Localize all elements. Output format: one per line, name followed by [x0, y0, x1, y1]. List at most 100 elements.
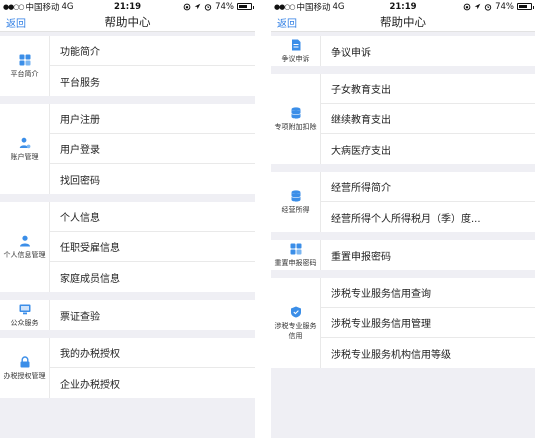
- section-category: 经营所得: [271, 172, 320, 232]
- grid-icon: [19, 54, 31, 66]
- section-category: 涉税专业服务信用: [271, 278, 320, 368]
- section-category-label: 账户管理: [10, 152, 39, 161]
- lock-rotation-icon: [463, 3, 471, 10]
- signal-strength-icon: ●●○○: [274, 2, 295, 11]
- shield-icon: [290, 306, 302, 318]
- back-button[interactable]: 返回: [0, 15, 26, 30]
- nav-bar: 返回 帮助中心: [0, 13, 255, 32]
- page-title: 帮助中心: [380, 15, 426, 29]
- section-category-label: 平台简介: [10, 69, 39, 78]
- help-topic-item[interactable]: 用户注册: [50, 104, 255, 134]
- help-topic-item[interactable]: 企业办税授权: [50, 368, 255, 398]
- section-items: 票证查验: [49, 300, 255, 330]
- section-items: 子女教育支出 继续教育支出 大病医疗支出: [320, 74, 535, 164]
- database-icon: [290, 106, 302, 119]
- carrier-name: 中国移动: [296, 2, 331, 13]
- section-category-label: 专项附加扣除: [274, 122, 317, 131]
- help-topic-item[interactable]: 平台服务: [50, 66, 255, 96]
- section-category-label: 涉税专业服务信用: [274, 321, 317, 340]
- monitor-icon: [19, 303, 31, 315]
- section-category: 个人信息管理: [0, 202, 49, 292]
- right-phone-screen: ●●○○ 中国移动 4G 21:19 74% 返回 帮助中心 争议申诉 争议申诉专…: [271, 0, 535, 438]
- help-topic-item[interactable]: 找回密码: [50, 164, 255, 194]
- section-category: 平台简介: [0, 36, 49, 96]
- section-items: 涉税专业服务信用查询 涉税专业服务信用管理 涉税专业服务机构信用等级: [320, 278, 535, 368]
- help-topic-item[interactable]: 经营所得个人所得税月（季）度...: [321, 202, 535, 232]
- location-icon: [194, 3, 201, 10]
- signal-strength-icon: ●●○○: [3, 2, 24, 11]
- help-topic-item[interactable]: 票证查验: [50, 300, 255, 330]
- left-phone-screen: ●●○○ 中国移动 4G 21:19 74% 返回 帮助中心 平台简介 功能简介平…: [0, 0, 255, 438]
- person-icon: [19, 235, 31, 247]
- section-category: 争议申诉: [271, 36, 320, 66]
- section-category: 重置申报密码: [271, 240, 320, 270]
- user-gear-icon: [19, 137, 31, 149]
- status-bar: ●●○○ 中国移动 4G 21:19 74%: [0, 0, 255, 13]
- battery-icon: [517, 3, 534, 10]
- page-title: 帮助中心: [104, 15, 151, 29]
- help-topic-item[interactable]: 大病医疗支出: [321, 134, 535, 164]
- section-category-label: 公众服务: [10, 318, 39, 327]
- battery-level-fill: [519, 5, 528, 8]
- help-topic-item[interactable]: 涉税专业服务信用管理: [321, 308, 535, 338]
- battery-percent: 74%: [495, 1, 514, 12]
- section-category: 公众服务: [0, 300, 49, 330]
- battery-icon: [237, 3, 254, 10]
- nav-bar: 返回 帮助中心: [271, 13, 535, 32]
- section-category-label: 经营所得: [281, 205, 310, 214]
- help-section: 个人信息管理 个人信息 任职受雇信息 家庭成员信息: [0, 202, 255, 292]
- battery-percent: 74%: [215, 1, 234, 12]
- section-category-label: 争议申诉: [281, 54, 310, 63]
- lock-icon: [19, 355, 31, 368]
- help-section: 办税授权管理 我的办税授权 企业办税授权: [0, 338, 255, 398]
- help-topic-item[interactable]: 继续教育支出: [321, 104, 535, 134]
- alarm-icon: [204, 3, 212, 11]
- help-section: 争议申诉 争议申诉: [271, 36, 535, 66]
- help-section: 重置申报密码 重置申报密码: [271, 240, 535, 270]
- help-topic-item[interactable]: 子女教育支出: [321, 74, 535, 104]
- grid-icon: [290, 243, 302, 255]
- section-category-label: 重置申报密码: [274, 258, 317, 267]
- help-topic-item[interactable]: 家庭成员信息: [50, 262, 255, 292]
- location-icon: [474, 3, 481, 10]
- section-items: 用户注册 用户登录 找回密码: [49, 104, 255, 194]
- network-type: 4G: [332, 1, 345, 12]
- section-items: 经营所得简介 经营所得个人所得税月（季）度...: [320, 172, 535, 232]
- status-bar: ●●○○ 中国移动 4G 21:19 74%: [271, 0, 535, 13]
- database-icon: [290, 189, 302, 202]
- help-section: 涉税专业服务信用 涉税专业服务信用查询 涉税专业服务信用管理 涉税专业服务机构信用等级: [271, 278, 535, 368]
- help-section: 平台简介 功能简介 平台服务: [0, 36, 255, 96]
- help-topic-item[interactable]: 经营所得简介: [321, 172, 535, 202]
- network-type: 4G: [61, 1, 74, 12]
- document-icon: [290, 39, 302, 51]
- alarm-icon: [484, 3, 492, 11]
- help-topic-item[interactable]: 涉税专业服务机构信用等级: [321, 338, 535, 368]
- help-section: 公众服务 票证查验: [0, 300, 255, 330]
- section-items: 我的办税授权 企业办税授权: [49, 338, 255, 398]
- section-category-label: 办税授权管理: [3, 371, 46, 380]
- help-center-screens: ●●○○ 中国移动 4G 21:19 74% 返回 帮助中心 平台简介 功能简介平…: [0, 0, 535, 438]
- help-topic-item[interactable]: 涉税专业服务信用查询: [321, 278, 535, 308]
- carrier-name: 中国移动: [25, 2, 60, 13]
- section-items: 争议申诉: [320, 36, 535, 66]
- help-section-list: 平台简介 功能简介 平台服务 账户管理 用户注册 用户登录 找回密码 个人信息管理 个人信息 任职…: [0, 32, 255, 398]
- back-button[interactable]: 返回: [271, 15, 297, 30]
- section-category: 办税授权管理: [0, 338, 49, 398]
- help-topic-item[interactable]: 功能简介: [50, 36, 255, 66]
- help-topic-item[interactable]: 个人信息: [50, 202, 255, 232]
- battery-level-fill: [239, 5, 248, 8]
- help-topic-item[interactable]: 任职受雇信息: [50, 232, 255, 262]
- help-section: 专项附加扣除 子女教育支出 继续教育支出 大病医疗支出: [271, 74, 535, 164]
- help-section-list: 争议申诉 争议申诉 专项附加扣除 子女教育支出 继续教育支出 大病医疗支出 经营所得 经营所得…: [271, 32, 535, 368]
- help-topic-item[interactable]: 重置申报密码: [321, 240, 535, 270]
- help-topic-item[interactable]: 我的办税授权: [50, 338, 255, 368]
- help-section: 账户管理 用户注册 用户登录 找回密码: [0, 104, 255, 194]
- section-items: 功能简介 平台服务: [49, 36, 255, 96]
- help-topic-item[interactable]: 用户登录: [50, 134, 255, 164]
- section-category-label: 个人信息管理: [3, 250, 46, 259]
- lock-rotation-icon: [183, 3, 191, 10]
- section-items: 个人信息 任职受雇信息 家庭成员信息: [49, 202, 255, 292]
- section-category: 专项附加扣除: [271, 74, 320, 164]
- help-topic-item[interactable]: 争议申诉: [321, 36, 535, 66]
- section-category: 账户管理: [0, 104, 49, 194]
